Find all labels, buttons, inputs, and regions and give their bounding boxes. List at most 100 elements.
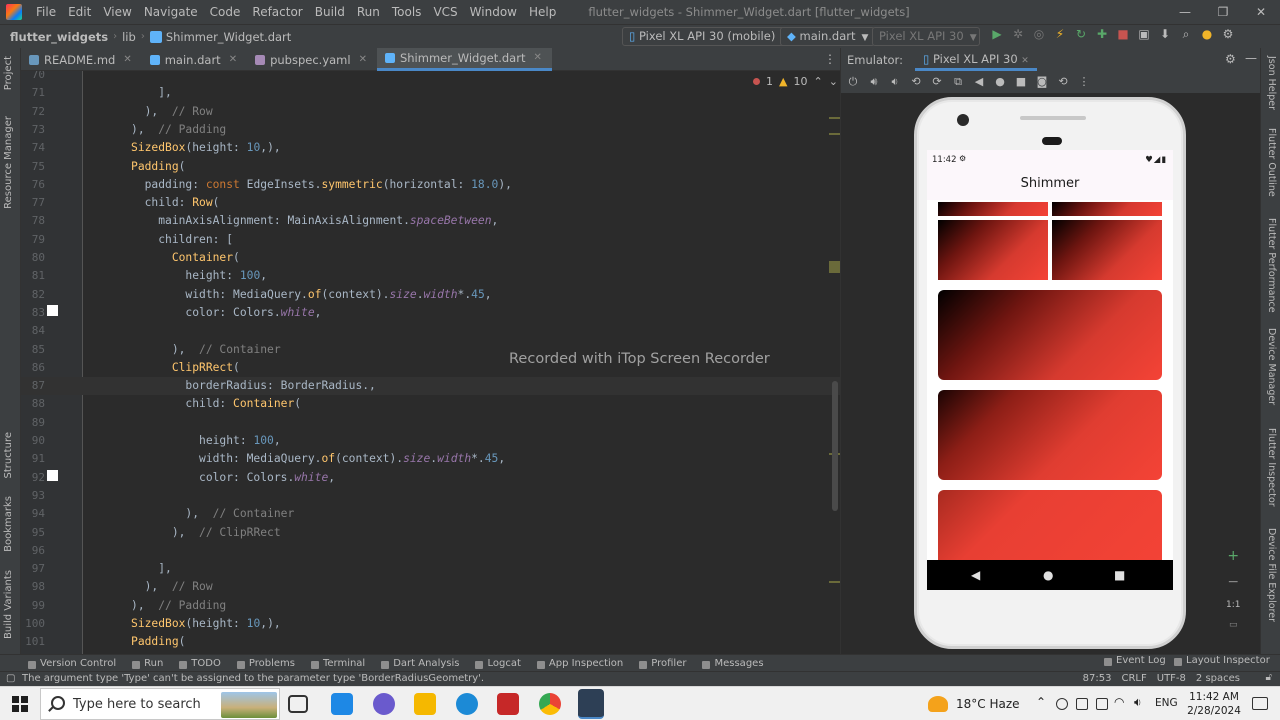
tab-pubspec[interactable]: pubspec.yaml ✕ xyxy=(247,48,377,71)
power-icon[interactable]: ⏻ xyxy=(847,76,859,88)
code-text[interactable]: ), // Row xyxy=(63,578,213,596)
overview-icon[interactable]: ■ xyxy=(1114,568,1125,582)
code-text[interactable]: child: Row( xyxy=(63,194,220,212)
code-line[interactable]: 92 color: Colors.white, xyxy=(21,469,840,487)
overview-icon[interactable]: ■ xyxy=(1015,76,1027,88)
indent-setting[interactable]: 2 spaces xyxy=(1196,673,1240,684)
breadcrumb-folder[interactable]: lib xyxy=(117,30,141,44)
running-device-selector[interactable]: Pixel XL API 30 ▼ xyxy=(872,27,980,46)
code-text[interactable]: ), // Container xyxy=(63,341,281,359)
close-icon[interactable]: ✕ xyxy=(1021,56,1029,66)
code-text[interactable]: height: 100, xyxy=(63,267,267,285)
tool-tab-flutter-inspector[interactable]: Flutter Inspector xyxy=(1266,428,1277,507)
tool-problems[interactable]: Problems xyxy=(231,658,305,669)
taskbar-search[interactable]: Type here to search xyxy=(40,688,280,720)
update-icon[interactable]: ● xyxy=(1200,27,1214,41)
code-text[interactable]: ), // Padding xyxy=(63,597,226,615)
more-icon[interactable]: ⋮ xyxy=(1078,76,1090,88)
hot-restart-icon[interactable]: ↻ xyxy=(1074,27,1088,41)
back-icon[interactable]: ◀ xyxy=(973,76,985,88)
zoom-out-icon[interactable]: − xyxy=(1227,574,1239,590)
tool-tab-flutter-outline[interactable]: Flutter Outline xyxy=(1266,128,1277,197)
code-line[interactable]: 89 xyxy=(21,414,840,432)
volume-up-icon[interactable]: 🔊︎ xyxy=(868,76,880,88)
code-text[interactable]: height: 100, xyxy=(63,432,281,450)
language-indicator[interactable]: ENG xyxy=(1155,697,1178,709)
stop-icon[interactable]: ■ xyxy=(1116,27,1130,41)
close-icon[interactable]: ✕ xyxy=(229,49,237,71)
attach-debugger-icon[interactable]: ✚ xyxy=(1095,27,1109,41)
code-line[interactable]: 88 child: Container( xyxy=(21,395,840,413)
screenshot-icon[interactable]: ◙ xyxy=(1036,76,1048,88)
tool-tab-bookmarks[interactable]: Bookmarks xyxy=(3,496,14,552)
code-line[interactable]: 96 xyxy=(21,542,840,560)
chevron-up-icon[interactable]: ⌃ xyxy=(1036,695,1046,709)
code-text[interactable]: Container( xyxy=(63,249,240,267)
chevron-up-icon[interactable]: ⌃ xyxy=(813,75,822,88)
code-line[interactable]: 79 children: [ xyxy=(21,231,840,249)
android-studio-taskbar-icon[interactable] xyxy=(578,689,604,719)
device-manager-icon[interactable]: ▣ xyxy=(1137,27,1151,41)
run-config-selector[interactable]: ◆ main.dart ▼ xyxy=(780,27,876,46)
back-icon[interactable]: ◀ xyxy=(971,568,980,582)
edge-icon[interactable] xyxy=(456,693,478,715)
code-text[interactable]: ), // Container xyxy=(63,505,294,523)
chevron-down-icon[interactable]: ⌄ xyxy=(829,75,838,88)
rotate-right-icon[interactable]: ⟳ xyxy=(931,76,943,88)
code-line[interactable]: 70 xyxy=(21,71,840,84)
weather-icon[interactable] xyxy=(928,696,948,712)
inspection-widget[interactable]: 1 ▲ 10 ⌃ ⌄ xyxy=(753,75,838,88)
file-encoding[interactable]: UTF-8 xyxy=(1157,673,1186,684)
hot-reload-icon[interactable]: ⚡ xyxy=(1053,27,1067,41)
code-line[interactable]: 78 mainAxisAlignment: MainAxisAlignment.… xyxy=(21,212,840,230)
code-line[interactable]: 93 xyxy=(21,487,840,505)
volume-icon[interactable]: 🔉︎ xyxy=(1134,695,1142,710)
code-text[interactable]: ], xyxy=(63,84,172,102)
tab-main-dart[interactable]: main.dart ✕ xyxy=(142,48,247,71)
code-line[interactable]: 95 ), // ClipRRect xyxy=(21,524,840,542)
color-swatch-icon[interactable] xyxy=(47,470,58,481)
menu-tools[interactable]: Tools xyxy=(386,0,428,24)
recorder-tray-icon[interactable] xyxy=(1056,698,1068,710)
menu-file[interactable]: File xyxy=(30,0,62,24)
code-text[interactable]: SizedBox(height: 10,), xyxy=(63,615,281,633)
tool-run[interactable]: Run xyxy=(126,658,173,669)
code-line[interactable]: 100 SizedBox(height: 10,), xyxy=(21,615,840,633)
tool-tab-project[interactable]: Project xyxy=(3,56,14,90)
code-text[interactable]: color: Colors.white, xyxy=(63,469,335,487)
chrome-icon[interactable] xyxy=(539,693,561,715)
tool-dart-analysis[interactable]: Dart Analysis xyxy=(375,658,469,669)
debug-icon[interactable]: ✲ xyxy=(1011,27,1025,41)
coverage-icon[interactable]: ◎ xyxy=(1032,27,1046,41)
menu-code[interactable]: Code xyxy=(204,0,247,24)
battery-icon[interactable] xyxy=(1096,698,1108,710)
tool-event-log[interactable]: Event Log xyxy=(1098,655,1176,666)
line-separator[interactable]: CRLF xyxy=(1121,673,1146,684)
code-text[interactable]: ), // Row xyxy=(63,103,213,121)
restore-icon[interactable]: ❐ xyxy=(1204,0,1242,24)
close-icon[interactable]: ✕ xyxy=(533,47,541,69)
home-icon[interactable]: ● xyxy=(1043,568,1053,582)
fold-icon[interactable]: ⧉ xyxy=(952,76,964,88)
phone-screen[interactable]: 11:42 ⚙ ♥◢▮ Shimmer ◀ ● ■ xyxy=(927,150,1173,590)
close-icon[interactable]: ✕ xyxy=(123,49,131,71)
tool-tab-flutter-performance[interactable]: Flutter Performance xyxy=(1266,218,1277,313)
tool-app-inspection[interactable]: App Inspection xyxy=(531,658,633,669)
code-line[interactable]: 73 ), // Padding xyxy=(21,121,840,139)
code-line[interactable]: 75 Padding( xyxy=(21,158,840,176)
menu-run[interactable]: Run xyxy=(351,0,386,24)
search-icon[interactable]: ⌕ xyxy=(1179,27,1193,41)
tabs-menu-icon[interactable]: ⋮ xyxy=(824,52,836,66)
menu-edit[interactable]: Edit xyxy=(62,0,97,24)
code-line[interactable]: 94 ), // Container xyxy=(21,505,840,523)
tool-profiler[interactable]: Profiler xyxy=(633,658,696,669)
settings-icon[interactable]: ⚙ xyxy=(1221,27,1235,41)
menu-vcs[interactable]: VCS xyxy=(427,0,463,24)
code-line[interactable]: 82 width: MediaQuery.of(context).size.wi… xyxy=(21,286,840,304)
code-line[interactable]: 77 child: Row( xyxy=(21,194,840,212)
tool-tab-build-variants[interactable]: Build Variants xyxy=(3,570,14,639)
code-text[interactable]: padding: const EdgeInsets.symmetric(hori… xyxy=(63,176,512,194)
rotate-left-icon[interactable]: ⟲ xyxy=(910,76,922,88)
code-text[interactable]: SizedBox(height: 10,), xyxy=(63,139,281,157)
close-icon[interactable]: ✕ xyxy=(1242,0,1280,24)
